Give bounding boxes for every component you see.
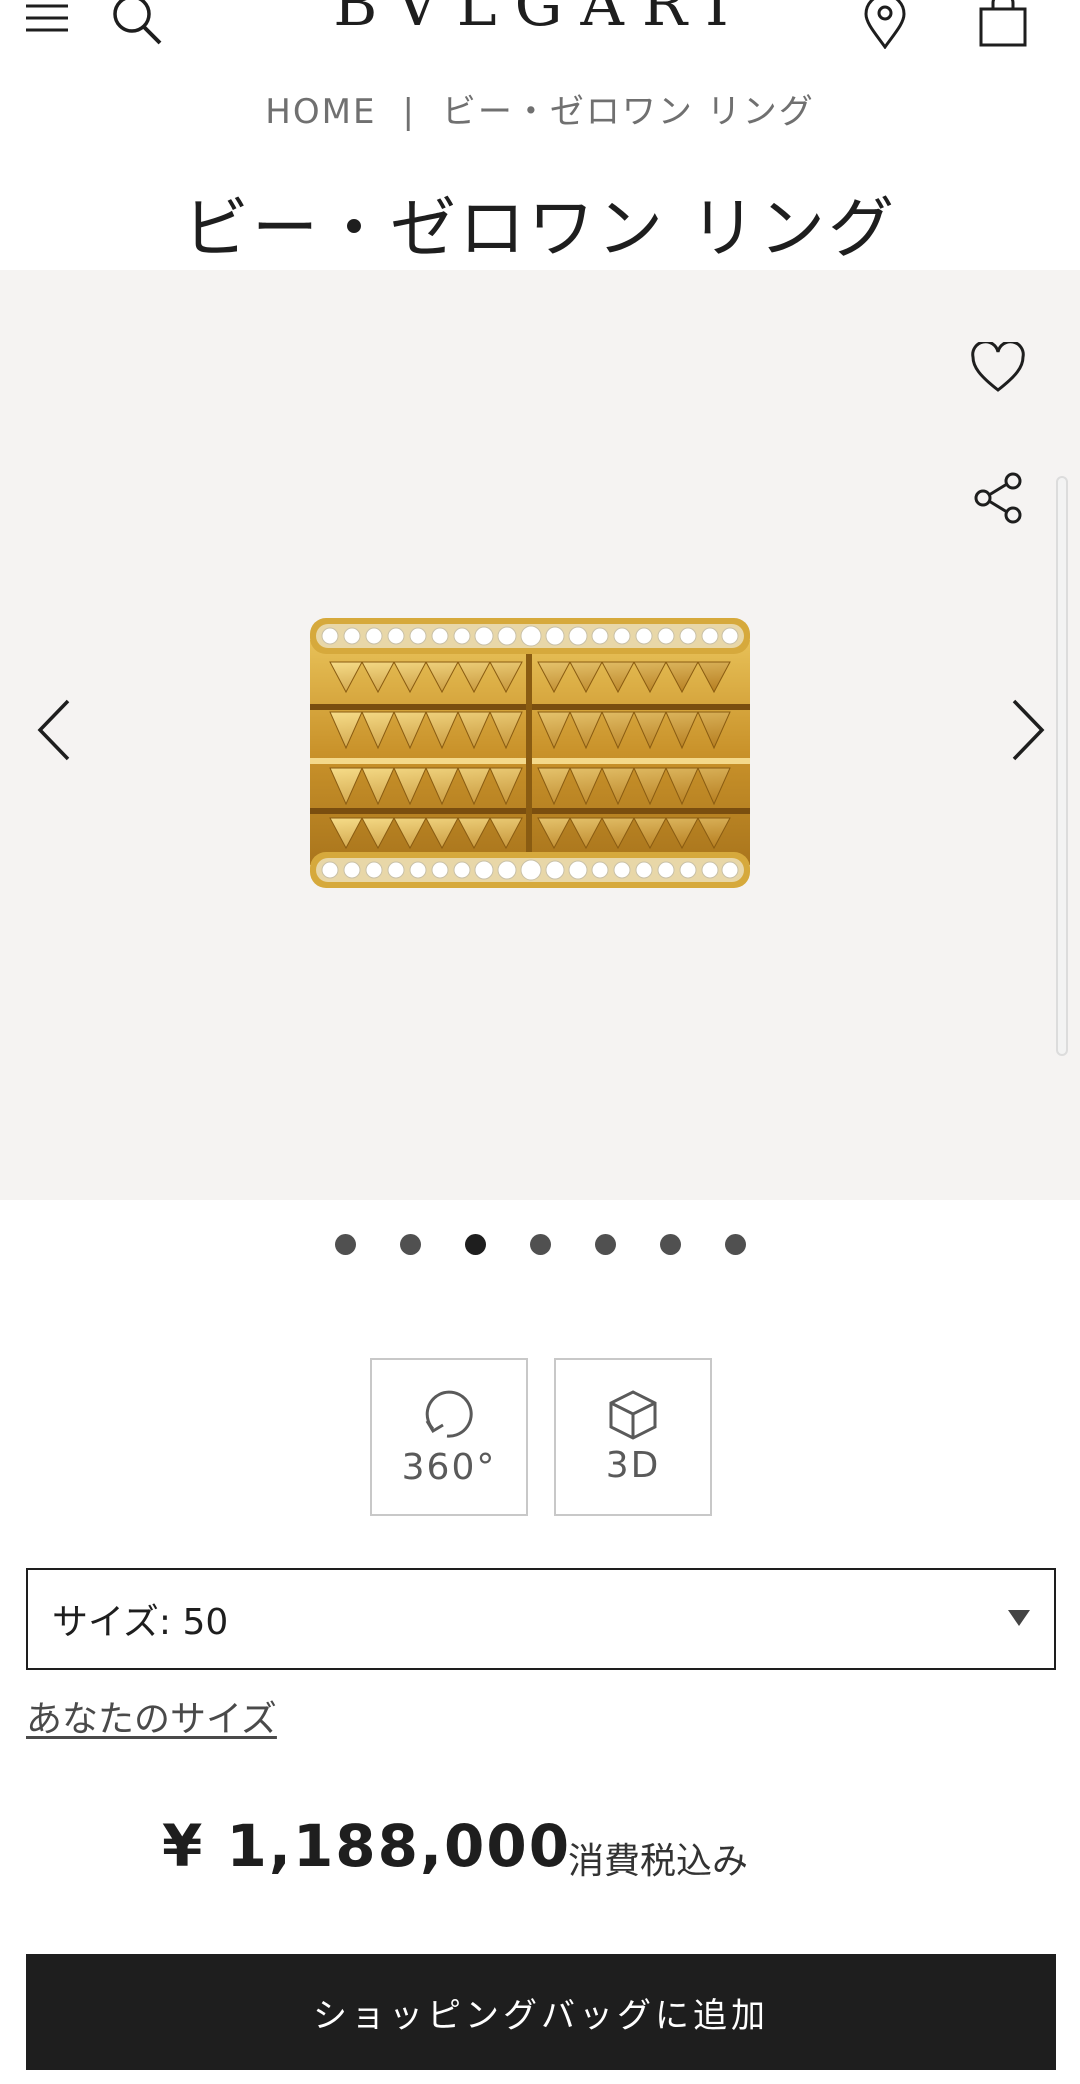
pagination-dot[interactable] <box>724 1234 746 1255</box>
breadcrumb-home-link[interactable]: HOME <box>265 92 376 132</box>
size-select[interactable]: サイズ: 50 <box>26 1568 1056 1670</box>
gallery-prev-button[interactable] <box>24 690 84 770</box>
gallery-next-button[interactable] <box>998 690 1058 770</box>
product-price: ¥ 1,188,000 <box>162 1812 572 1880</box>
pagination-dot[interactable] <box>659 1234 681 1255</box>
pagination-dot[interactable] <box>594 1234 616 1255</box>
add-to-bag-button[interactable]: ショッピングバッグに追加 <box>26 1954 1056 2070</box>
chevron-left-icon <box>37 699 70 761</box>
tax-included-note: 消費税込み <box>568 1841 749 1882</box>
shopping-bag-button[interactable] <box>970 0 1036 52</box>
view-360-label: 360° <box>401 1446 497 1488</box>
gold-studded-diamond-ring-image <box>310 618 750 888</box>
cube-icon <box>609 1389 657 1440</box>
site-header: BVLGARI <box>0 0 1080 60</box>
view-3d-button[interactable]: 3D <box>554 1358 712 1516</box>
pagination-dot[interactable] <box>334 1234 356 1255</box>
product-gallery[interactable] <box>0 270 1080 1200</box>
brand-logo[interactable]: BVLGARI <box>0 0 1080 40</box>
breadcrumb: HOME | ビー・ゼロワン リング <box>0 84 1080 133</box>
gallery-scrollbar[interactable] <box>1056 476 1068 1056</box>
triangle-down-icon <box>1008 1610 1030 1626</box>
share-button[interactable] <box>966 466 1030 530</box>
page-title: ビー・ゼロワン リング <box>183 190 897 267</box>
size-select-value: サイズ: 50 <box>52 1602 229 1643</box>
view-360-button[interactable]: 360° <box>370 1358 528 1516</box>
heart-icon <box>971 342 1025 392</box>
breadcrumb-separator: | <box>402 92 416 132</box>
pagination-dot[interactable] <box>529 1234 551 1255</box>
breadcrumb-current: ビー・ゼロワン リング <box>441 92 815 132</box>
gallery-pagination <box>0 1234 1080 1258</box>
shopping-bag-icon <box>979 0 1027 47</box>
size-guide-link[interactable]: あなたのサイズ <box>26 1690 277 1742</box>
pagination-dot-active[interactable] <box>464 1234 486 1255</box>
view-3d-label: 3D <box>605 1444 661 1486</box>
share-icon <box>974 472 1022 524</box>
store-locator-button[interactable] <box>855 0 915 52</box>
chevron-right-icon <box>1012 699 1045 761</box>
location-pin-icon <box>864 0 906 49</box>
pagination-dot[interactable] <box>399 1234 421 1255</box>
rotate-360-icon <box>425 1390 473 1438</box>
wishlist-button[interactable] <box>966 336 1030 400</box>
